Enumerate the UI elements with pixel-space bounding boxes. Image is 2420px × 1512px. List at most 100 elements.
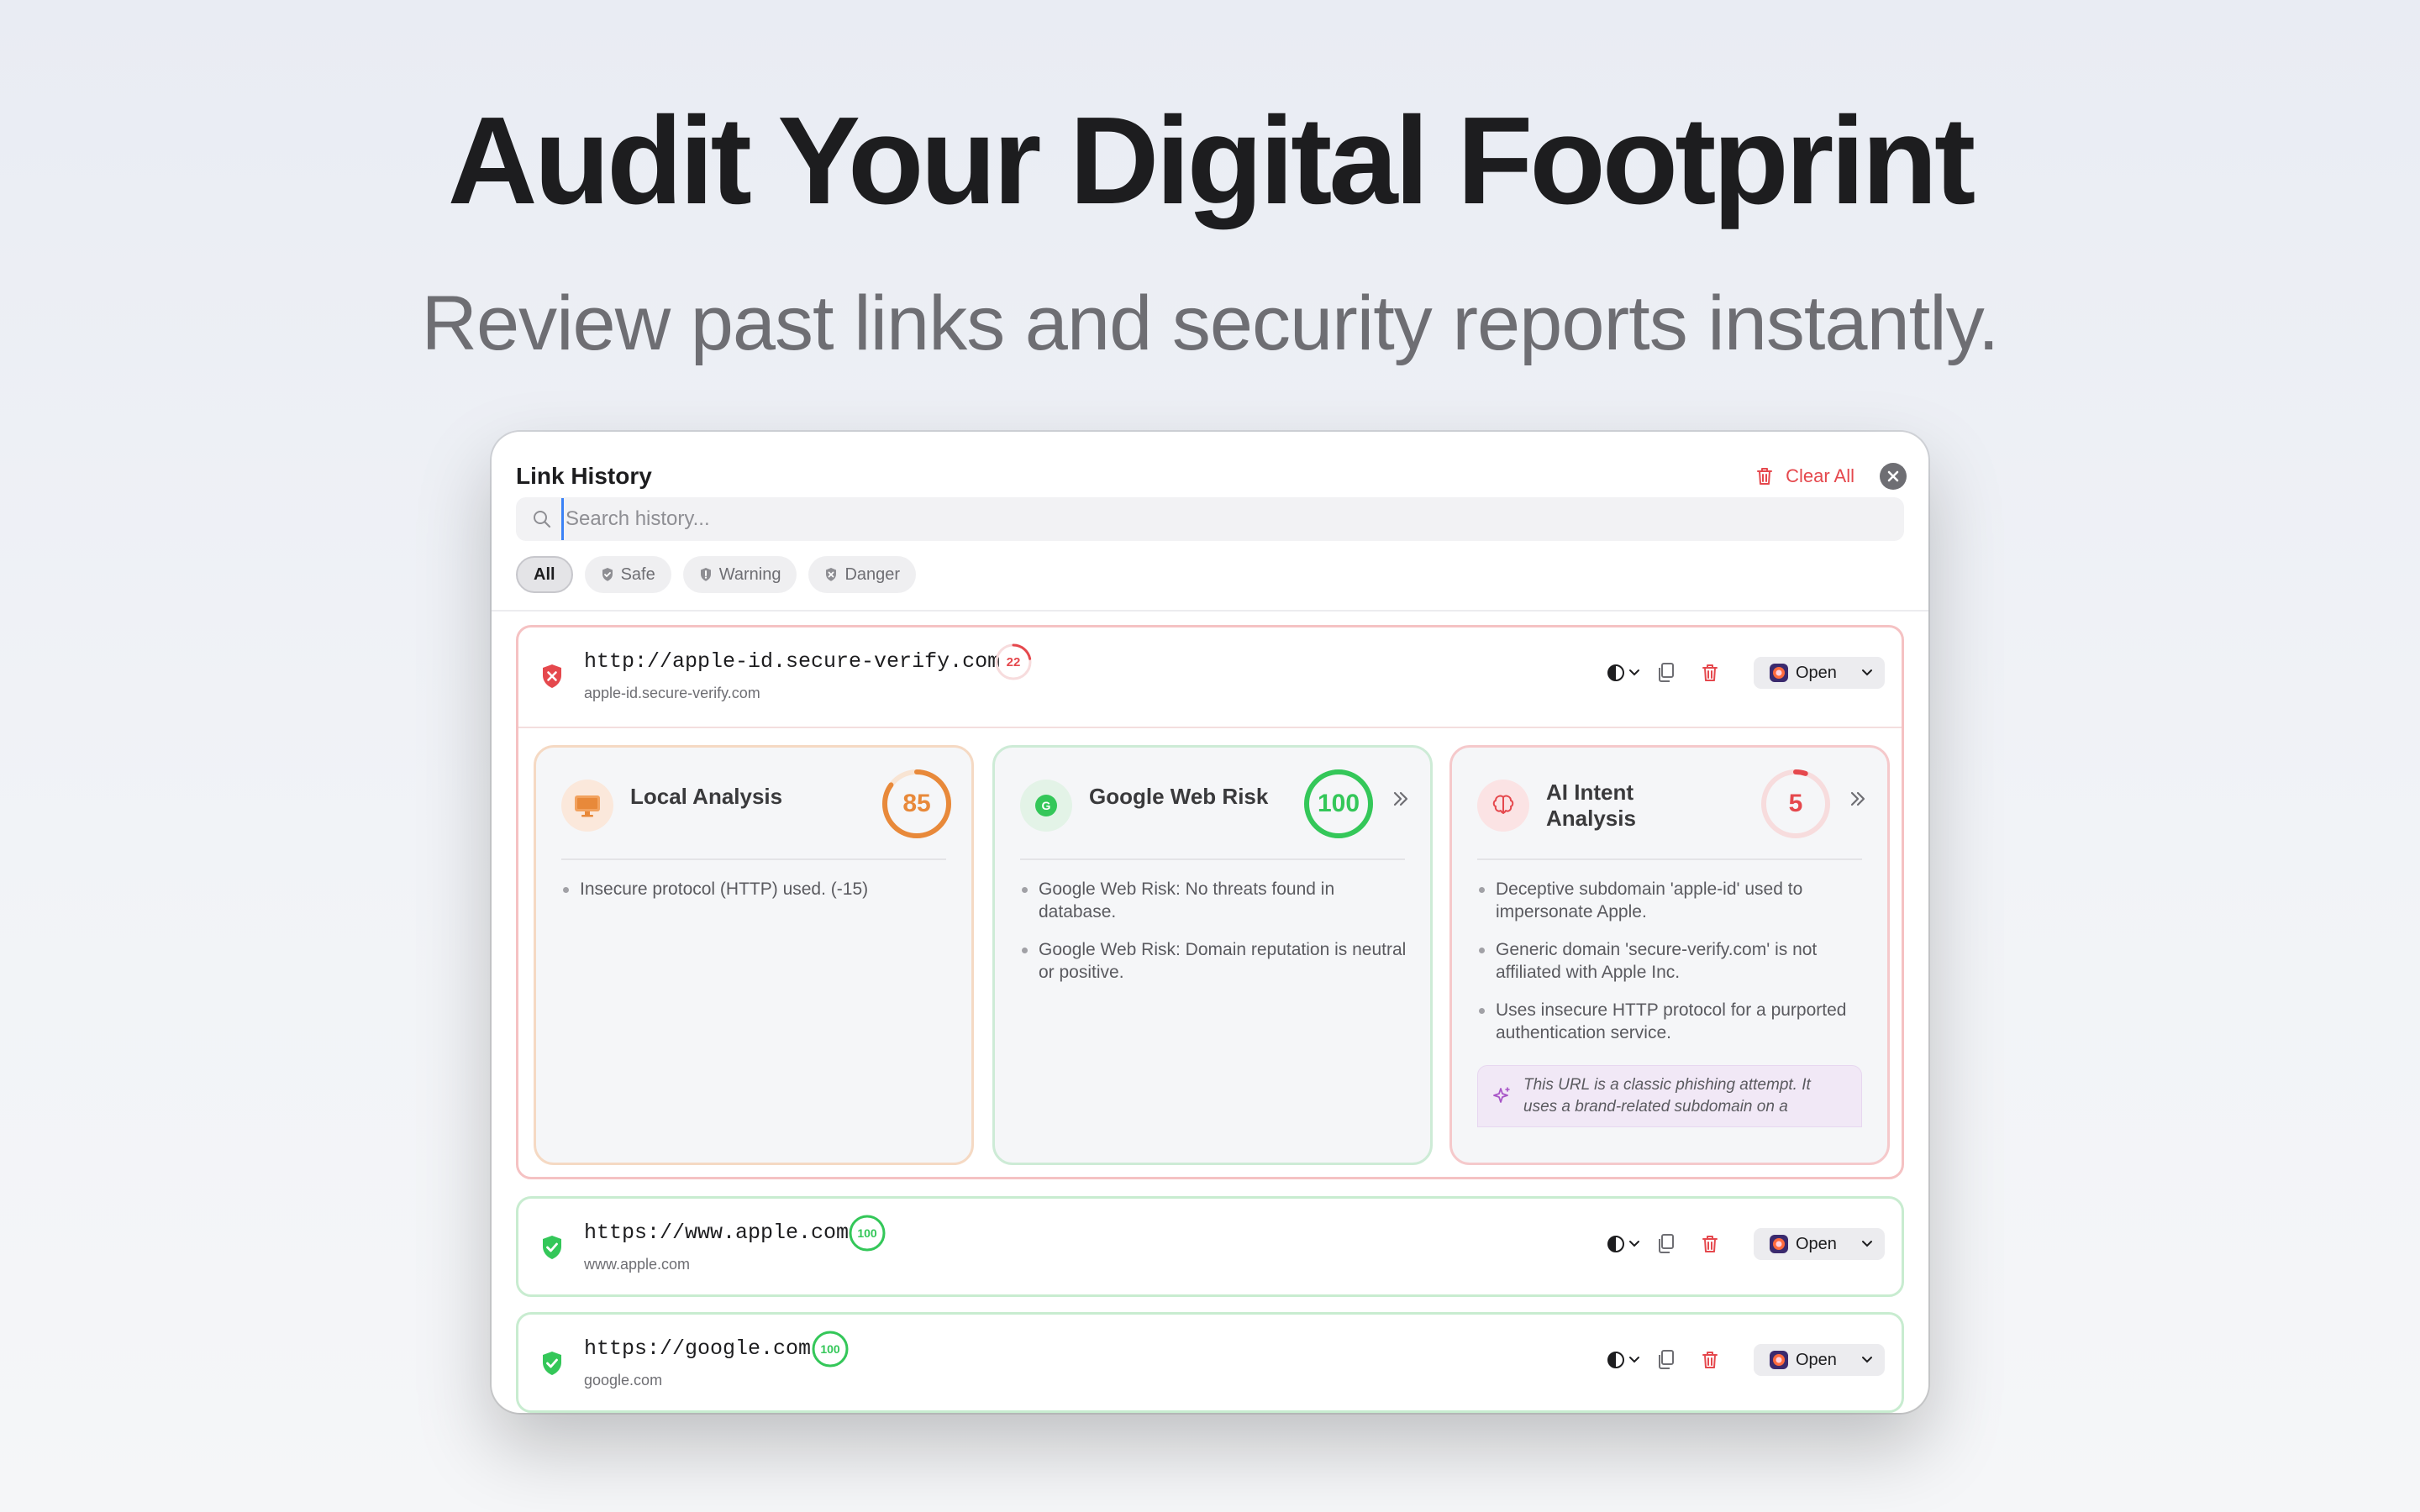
chevron-down-icon — [1862, 669, 1872, 676]
google-icon: G — [1020, 780, 1072, 832]
chevron-double-right-icon — [1850, 791, 1865, 806]
entry-domain: google.com — [584, 1372, 663, 1389]
trash-icon — [1702, 664, 1718, 681]
browser-app-icon — [1770, 1235, 1788, 1253]
subheadline: Review past links and security reports i… — [421, 281, 2000, 366]
contrast-icon — [1607, 1236, 1624, 1252]
sparkle-icon — [1493, 1086, 1512, 1109]
card-title: AI Intent Analysis — [1546, 780, 1636, 831]
browser-app-icon — [1770, 1351, 1788, 1369]
monitor-icon — [561, 780, 613, 832]
chevron-down-icon — [1629, 1241, 1639, 1247]
entry-domain: apple-id.secure-verify.com — [584, 685, 760, 701]
card-divider — [1477, 858, 1862, 860]
browser-app-icon — [1770, 664, 1788, 682]
shield-check-icon — [602, 568, 613, 581]
card-findings: Deceptive subdomain 'apple-id' used to i… — [1477, 878, 1865, 1059]
svg-text:G: G — [1042, 799, 1051, 812]
trash-icon — [1702, 1352, 1718, 1368]
shield-x-icon — [826, 568, 837, 581]
open-label: Open — [1796, 1234, 1837, 1253]
entry-score-value: 100 — [857, 1226, 877, 1240]
entry-score-ring: 22 — [994, 643, 1033, 681]
open-button[interactable]: Open — [1754, 1228, 1885, 1260]
entry-url: http://apple-id.secure-verify.com — [584, 649, 1001, 674]
open-button[interactable]: Open — [1754, 657, 1885, 689]
filter-all-label: All — [534, 564, 555, 584]
entry-header[interactable]: http://apple-id.secure-verify.com apple-… — [518, 627, 1902, 727]
delete-button[interactable] — [1688, 1350, 1732, 1370]
entry-score-ring: 100 — [811, 1330, 850, 1368]
close-button[interactable] — [1880, 463, 1907, 490]
card-score-ring: 5 — [1760, 768, 1832, 840]
card-findings: Google Web Risk: No threats found in dat… — [1020, 878, 1408, 999]
contrast-icon — [1607, 664, 1624, 681]
entry-url: https://google.com — [584, 1336, 812, 1361]
window-title: Link History — [516, 463, 652, 489]
delete-button[interactable] — [1688, 663, 1732, 683]
chevron-double-right-icon — [1393, 791, 1408, 806]
filter-safe-label: Safe — [620, 564, 655, 584]
delete-button[interactable] — [1688, 1234, 1732, 1254]
entry-actions: Open — [1602, 1344, 1885, 1376]
entry-actions: Open — [1602, 657, 1885, 689]
header-divider — [492, 610, 1928, 612]
close-icon — [1887, 470, 1899, 482]
card-title: Google Web Risk — [1089, 784, 1269, 809]
entry-divider — [518, 727, 1902, 728]
finding-item: Insecure protocol (HTTP) used. (-15) — [561, 878, 950, 900]
history-entry: http://apple-id.secure-verify.com apple-… — [516, 625, 1904, 1179]
copy-button[interactable] — [1644, 662, 1688, 684]
card-score-value: 85 — [902, 790, 931, 817]
clear-all-button[interactable]: Clear All — [1755, 452, 1854, 501]
expand-details-button[interactable] — [1392, 790, 1410, 812]
open-button[interactable]: Open — [1754, 1344, 1885, 1376]
copy-button[interactable] — [1644, 1233, 1688, 1255]
appearance-menu-button[interactable] — [1602, 664, 1644, 682]
search-bar — [516, 497, 1904, 541]
history-entry[interactable]: https://www.apple.com www.apple.com 100 … — [516, 1196, 1904, 1297]
card-score-value: 5 — [1788, 790, 1803, 817]
appearance-menu-button[interactable] — [1602, 1351, 1644, 1369]
open-label: Open — [1796, 663, 1837, 682]
ai-intent-analysis-card: AI Intent Analysis 5 Deceptive subdomain… — [1449, 745, 1890, 1165]
entry-score-value: 100 — [820, 1342, 840, 1356]
entry-score-ring: 100 — [848, 1214, 886, 1252]
search-input[interactable] — [561, 498, 1904, 540]
card-divider — [561, 858, 946, 860]
contrast-icon — [1607, 1352, 1624, 1368]
google-web-risk-card: G Google Web Risk 100 Google Web Risk: N… — [992, 745, 1433, 1165]
brain-icon — [1477, 780, 1529, 832]
copy-button[interactable] — [1644, 1349, 1688, 1371]
finding-item: Generic domain 'secure-verify.com' is no… — [1477, 938, 1865, 984]
filter-chips: All Safe Warning Danger — [516, 556, 917, 593]
headline: Audit Your Digital Footprint — [447, 92, 1975, 230]
chevron-down-icon — [1629, 1357, 1639, 1363]
appearance-menu-button[interactable] — [1602, 1235, 1644, 1253]
chevron-down-icon — [1862, 1241, 1872, 1247]
filter-warning-label: Warning — [718, 564, 781, 584]
safe-shield-icon — [540, 1350, 564, 1381]
card-title: Local Analysis — [630, 784, 783, 809]
card-score-ring: 85 — [881, 768, 953, 840]
card-score-ring: 100 — [1302, 768, 1375, 840]
card-findings: Insecure protocol (HTTP) used. (-15) — [561, 878, 950, 916]
filter-warning[interactable]: Warning — [682, 556, 797, 593]
filter-all[interactable]: All — [516, 556, 573, 593]
ai-summary-text: This URL is a classic phishing attempt. … — [1523, 1076, 1811, 1116]
finding-item: Deceptive subdomain 'apple-id' used to i… — [1477, 878, 1865, 923]
copy-icon — [1659, 663, 1674, 682]
finding-item: Google Web Risk: No threats found in dat… — [1020, 878, 1408, 923]
copy-icon — [1659, 1350, 1674, 1369]
filter-safe[interactable]: Safe — [584, 556, 671, 593]
chevron-down-icon — [1629, 669, 1639, 676]
entry-actions: Open — [1602, 1228, 1885, 1260]
entry-domain: www.apple.com — [584, 1256, 691, 1273]
trash-icon — [1757, 468, 1773, 485]
filter-danger[interactable]: Danger — [808, 556, 917, 593]
card-divider — [1020, 858, 1405, 860]
clear-all-label: Clear All — [1786, 465, 1854, 486]
expand-details-button[interactable] — [1849, 790, 1867, 812]
safe-shield-icon — [540, 1234, 564, 1265]
history-entry[interactable]: https://google.com google.com 100 Open — [516, 1312, 1904, 1413]
